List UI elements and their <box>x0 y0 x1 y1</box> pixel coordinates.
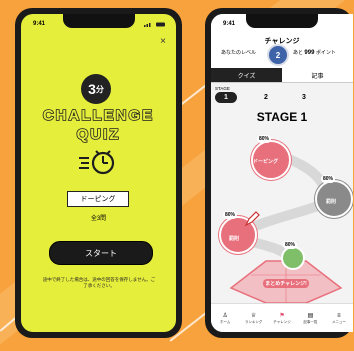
minutes-number: 3 <box>88 81 96 97</box>
nav-ranking[interactable]: ♕ ランキング <box>239 304 267 332</box>
next-level-info: あと 999 ポイント <box>293 49 336 56</box>
flag-icon: ⚑ <box>279 313 285 319</box>
nav-articles[interactable]: ▤ 記事一覧 <box>296 304 324 332</box>
notch <box>62 14 135 28</box>
stage-node[interactable] <box>281 246 305 270</box>
minutes-unit: 分 <box>95 84 104 94</box>
node-label: ドーピング <box>253 159 279 165</box>
left-phone: 9:41 × 3分 CHALLENGE QUIZ ドーピング 全3問 スタート … <box>15 8 182 338</box>
notch <box>246 14 318 28</box>
bottom-nav: ♙ ホーム ♕ ランキング ⚑ チャレンジ ▤ 記事一覧 ≡ メニュー <box>211 303 353 332</box>
next-level-points: 999 <box>304 50 315 56</box>
book-icon: ▤ <box>307 313 314 319</box>
nav-home[interactable]: ♙ ホーム <box>211 304 239 332</box>
nav-label: ホーム <box>220 320 231 324</box>
menu-icon: ≡ <box>337 312 341 319</box>
close-icon[interactable]: × <box>160 36 166 47</box>
tab-quiz[interactable]: クイズ <box>211 68 282 82</box>
nav-label: チャレンジ <box>273 320 291 324</box>
question-count: 全3問 <box>90 216 107 222</box>
node-percent: 80% <box>257 135 272 143</box>
signal-battery-icon <box>144 22 165 27</box>
challenge-map-screen: 9:41 チャレンジ あなたのレベル 2 あと 999 ポイント クイズ 記事 … <box>211 14 353 332</box>
level-number: 2 <box>275 50 281 60</box>
right-phone: 9:41 チャレンジ あなたのレベル 2 あと 999 ポイント クイズ 記事 … <box>205 8 353 338</box>
minutes-badge: 3分 <box>81 74 111 104</box>
level-badge: 2 <box>267 44 289 66</box>
node-percent: 80% <box>321 175 336 183</box>
tab-articles[interactable]: 記事 <box>282 68 353 82</box>
nav-label: 記事一覧 <box>303 320 318 324</box>
stopwatch-icon <box>79 150 115 175</box>
node-percent: 80% <box>223 211 238 219</box>
status-time: 9:41 <box>223 21 236 27</box>
tab-bar: クイズ 記事 <box>211 68 353 83</box>
quit-note: 途中で終了した場合は、途中の回答を保存しません。ご了承ください。 <box>42 277 156 288</box>
stage-map: STAGE 1 2 3 STAGE 1 80% ドーピング 80% 罰則 80%… <box>211 83 353 303</box>
trophy-icon: ♕ <box>250 313 257 319</box>
node-percent: 80% <box>283 241 298 249</box>
start-button[interactable]: スタート <box>49 241 153 265</box>
summary-challenge-label[interactable]: まとめチャレンジ! <box>263 279 309 288</box>
status-time: 9:41 <box>33 21 46 27</box>
person-icon: ♙ <box>222 313 228 319</box>
current-position-icon <box>244 211 260 227</box>
quiz-start-screen: 9:41 × 3分 CHALLENGE QUIZ ドーピング 全3問 スタート … <box>21 14 176 332</box>
nav-label: ランキング <box>244 320 263 324</box>
genre-label: ドーピング <box>67 191 129 207</box>
node-label: 罰則 <box>229 236 240 242</box>
quiz-title-line2: QUIZ <box>76 125 121 144</box>
level-label: あなたのレベル <box>221 50 257 56</box>
challenge-header: 9:41 チャレンジ あなたのレベル 2 あと 999 ポイント クイズ 記事 <box>211 14 353 90</box>
next-level-unit: ポイント <box>315 50 336 56</box>
node-label: 罰則 <box>326 199 337 205</box>
nav-menu[interactable]: ≡ メニュー <box>325 304 353 332</box>
next-level-text: あと <box>293 50 304 56</box>
nav-label: メニュー <box>331 319 346 324</box>
quiz-title-line1: CHALLENGE <box>42 106 155 125</box>
nav-challenge[interactable]: ⚑ チャレンジ <box>268 304 296 332</box>
